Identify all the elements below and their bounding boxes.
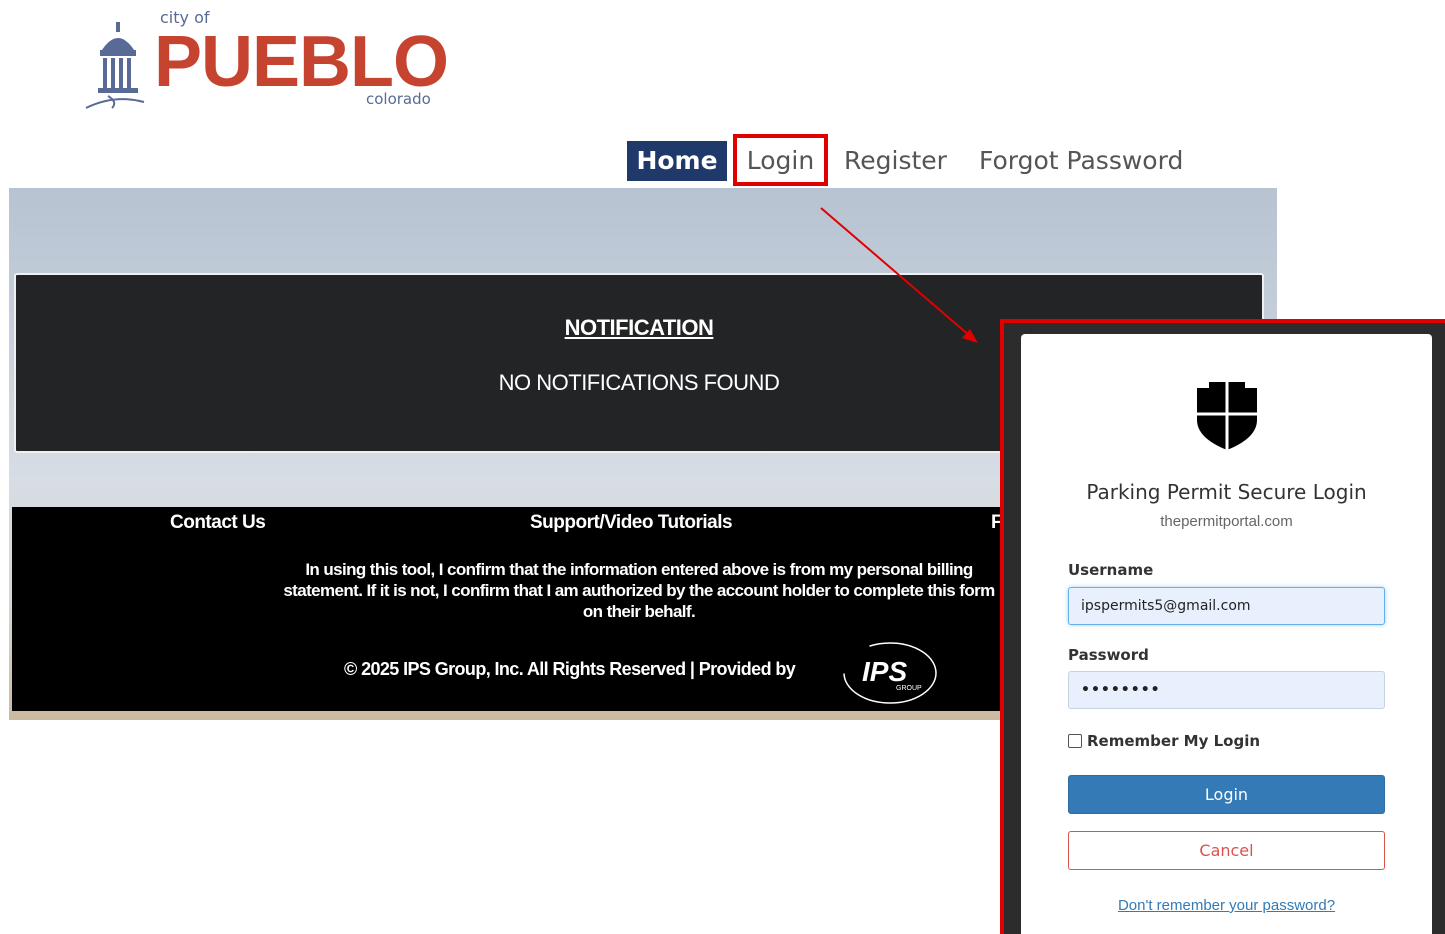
remember-label: Remember My Login (1087, 732, 1261, 750)
username-label: Username (1068, 561, 1154, 579)
password-input[interactable]: •••••••• (1068, 671, 1385, 709)
modal-title: Parking Permit Secure Login (1086, 480, 1367, 504)
cancel-button[interactable]: Cancel (1068, 831, 1385, 870)
login-button[interactable]: Login (1068, 775, 1385, 814)
password-label: Password (1068, 646, 1149, 664)
login-modal: Parking Permit Secure Login thepermitpor… (1021, 334, 1432, 934)
forgot-password-link[interactable]: Don't remember your password? (1021, 897, 1432, 914)
remember-checkbox[interactable] (1068, 734, 1082, 748)
modal-subtitle: thepermitportal.com (1160, 513, 1293, 530)
remember-login-row[interactable]: Remember My Login (1068, 732, 1260, 750)
shield-icon (1197, 382, 1257, 450)
username-input[interactable]: ipspermits5@gmail.com (1068, 587, 1385, 625)
